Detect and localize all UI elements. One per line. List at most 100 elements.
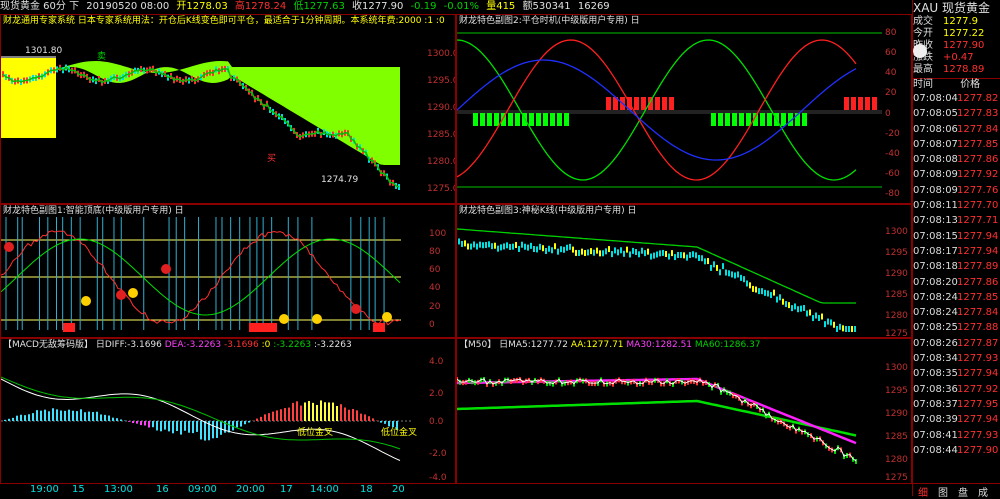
tick-price: 1277.88 [957, 322, 999, 334]
time-tick: 20:00 [236, 484, 265, 495]
candle [491, 243, 493, 250]
candle [845, 326, 847, 332]
macd-ytick: -4.0 [429, 473, 447, 483]
instrument-name: 现货黄金 [942, 1, 991, 15]
candle [587, 249, 589, 256]
sub1-ytick: 60 [429, 265, 441, 275]
candle [815, 312, 817, 319]
tab-2[interactable]: 盘 [953, 484, 973, 499]
candle [653, 252, 655, 259]
tick-time: 07:08:36 [913, 383, 958, 395]
candle [833, 321, 835, 328]
candle [692, 251, 694, 258]
tick-price: 1277.94 [957, 245, 999, 257]
sub3-ytick: 1285 [885, 290, 908, 300]
sub3-chart-panel[interactable]: 财龙特色副图3:神秘K线(中级版用户专用) 日 1300 1295 1290 1… [456, 204, 912, 338]
signal-dot [351, 304, 361, 314]
candle [791, 305, 793, 312]
sub1-ytick: 0 [429, 320, 435, 330]
candle [560, 246, 562, 253]
tick-row: 07:08:091277.76 [913, 183, 1000, 198]
tick-time: 07:08:41 [913, 429, 958, 441]
candle [803, 305, 805, 312]
candle [554, 243, 556, 250]
date-label: 20190520 08:00 [86, 1, 170, 12]
tick-time: 07:08:39 [913, 414, 958, 426]
sub3-panel-title: 财龙特色副图3:神秘K线(中级版用户专用) 日 [459, 206, 637, 216]
tick-price: 1277.71 [957, 215, 999, 227]
scroll-knob[interactable] [913, 44, 927, 58]
candle [572, 246, 574, 253]
candle [752, 285, 754, 292]
quote-row: 最高 1278.89 [913, 64, 1000, 76]
ma-ytick: 1295 [885, 386, 908, 396]
tab-1[interactable]: 图 [933, 484, 953, 499]
main-ytick: 1285.0 [427, 130, 456, 140]
tick-price: 1277.84 [957, 307, 999, 319]
candle [665, 250, 667, 257]
candle [500, 244, 502, 251]
tick-row: 07:08:201277.86 [913, 275, 1000, 290]
ma-ytick: 1280 [885, 455, 908, 465]
sub2-ytick: -40 [885, 149, 900, 159]
candle [614, 247, 616, 254]
candle [641, 247, 643, 254]
sub2-chart-panel[interactable]: 财龙特色副图2:平仓时机(中级版用户专用) 日 80 60 40 20 0 -2… [456, 14, 912, 204]
time-tick: 20 [392, 484, 405, 495]
macd-ytick: 4.0 [429, 357, 444, 367]
tick-price: 1277.87 [957, 337, 999, 349]
ma-chart-canvas [457, 377, 857, 464]
ma-panel-title: 【M50】 日MA5:1277.72 AA:1277.71 MA30:1282.… [459, 339, 761, 351]
candle [659, 250, 661, 257]
candle [542, 245, 544, 252]
main-ytick: 1300.0 [427, 49, 456, 59]
tick-row: 07:08:341277.93 [913, 351, 1000, 366]
candle [608, 246, 610, 253]
signal-dot [161, 264, 171, 274]
candle [461, 240, 463, 247]
main-ytick: 1290.0 [427, 103, 456, 113]
candle [701, 255, 703, 262]
tick-price: 1277.90 [957, 444, 999, 456]
candle [722, 263, 724, 270]
time-tick: 17 [280, 484, 293, 495]
candle [737, 271, 739, 278]
sub1-ytick: 100 [429, 229, 447, 239]
candle [785, 301, 787, 308]
sub1-chart-panel[interactable]: 财龙特色副图1:智能顶底(中级版用户专用) 日 100 80 60 40 20 … [0, 204, 456, 338]
candle [578, 249, 580, 256]
histogram-bar [732, 113, 737, 126]
tick-price: 1277.93 [957, 353, 999, 365]
tick-price: 1277.85 [957, 138, 999, 150]
tick-price: 1277.93 [957, 429, 999, 441]
candle [806, 310, 808, 317]
sub2-ytick: -20 [885, 129, 900, 139]
macd-v4: :-3.2263 [313, 340, 352, 350]
histogram-bar [480, 113, 485, 126]
candle [797, 306, 799, 313]
candle [728, 270, 730, 277]
sub2-ytick: 20 [885, 88, 897, 98]
signal-dot [128, 288, 138, 298]
tick-price: 1277.83 [957, 108, 999, 120]
ma-chart-panel[interactable]: 【M50】 日MA5:1277.72 AA:1277.71 MA30:1282.… [456, 338, 912, 484]
instrument-code: XAU [913, 1, 939, 15]
candle [809, 309, 811, 316]
time-tick: 13:00 [104, 484, 133, 495]
histogram-bar [711, 113, 716, 126]
tick-list[interactable]: 07:08:041277.82 07:08:051277.83 07:08:0612… [913, 91, 1000, 458]
candle [599, 250, 601, 257]
main-chart-panel[interactable]: 财龙通用专家系统 日本专家系统用法：开仓后K线变色即可平仓，最适合于1分钟周期。… [0, 14, 456, 204]
histogram-bar [851, 97, 856, 110]
tab-3[interactable]: 成 [973, 484, 993, 499]
tab-0[interactable]: 细 [913, 484, 933, 499]
tick-header: 时间 价格 [913, 78, 1000, 91]
tick-price: 1277.82 [957, 93, 999, 104]
tick-time: 07:08:06 [913, 123, 958, 135]
macd-chart-panel[interactable]: 【MACD无敌筹码版】 日DIFF:-3.1696 DEA:-3.2263 -3… [0, 338, 456, 484]
candle [552, 381, 554, 387]
sub1-ytick: 80 [429, 247, 441, 257]
tick-header-price: 价格 [960, 79, 981, 90]
sub3-ytick: 1290 [885, 269, 908, 279]
candle [713, 261, 715, 268]
